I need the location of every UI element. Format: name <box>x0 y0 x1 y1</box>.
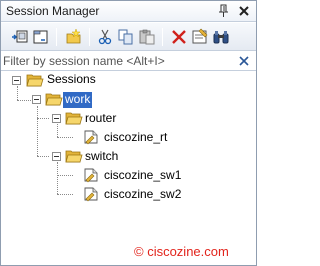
pin-icon[interactable] <box>217 4 231 18</box>
new-session-icon[interactable] <box>65 28 83 46</box>
filter-bar <box>1 52 256 71</box>
toolbar-separator <box>89 28 90 46</box>
copy-icon[interactable] <box>117 28 135 46</box>
clear-filter-icon[interactable] <box>238 55 250 67</box>
session-tree: Sessions work router ciscozine_rt switch… <box>1 72 256 266</box>
folder-open-icon <box>45 91 63 107</box>
window-title: Session Manager <box>6 4 100 18</box>
toolbar-separator <box>162 28 163 46</box>
tree-node-ciscozine-sw2[interactable]: ciscozine_sw2 <box>102 187 183 203</box>
close-icon[interactable] <box>237 4 251 18</box>
tree-node-work[interactable]: work <box>63 92 93 108</box>
tree-node-router[interactable]: router <box>83 111 118 127</box>
scissors-icon[interactable] <box>96 28 114 46</box>
folder-open-icon <box>65 148 83 164</box>
tree-node-ciscozine-rt[interactable]: ciscozine_rt <box>102 130 169 146</box>
title-bar: Session Manager <box>1 1 256 22</box>
collapse-router-toggle[interactable] <box>52 114 61 123</box>
connect-icon[interactable] <box>11 28 29 46</box>
session-icon <box>82 167 100 183</box>
collapse-work-toggle[interactable] <box>32 95 41 104</box>
session-icon <box>82 186 100 202</box>
collapse-switch-toggle[interactable] <box>52 152 61 161</box>
connect-tab-icon[interactable] <box>32 28 50 46</box>
tree-node-switch[interactable]: switch <box>83 149 120 165</box>
tree-node-sessions[interactable]: Sessions <box>45 72 98 88</box>
toolbar <box>1 23 256 51</box>
binoculars-icon[interactable] <box>212 28 230 46</box>
filter-input[interactable] <box>3 53 233 69</box>
collapse-sessions-toggle[interactable] <box>12 76 21 85</box>
watermark-text: © ciscozine.com <box>134 244 229 259</box>
folder-open-icon <box>26 72 44 88</box>
toolbar-separator <box>56 28 57 46</box>
session-manager-panel: Session Manager Filter by session name <… <box>0 0 257 266</box>
folder-open-icon <box>65 110 83 126</box>
paste-icon[interactable] <box>138 28 156 46</box>
tree-node-ciscozine-sw1[interactable]: ciscozine_sw1 <box>102 168 183 184</box>
session-icon <box>82 129 100 145</box>
delete-x-icon[interactable] <box>170 28 188 46</box>
properties-icon[interactable] <box>191 28 209 46</box>
